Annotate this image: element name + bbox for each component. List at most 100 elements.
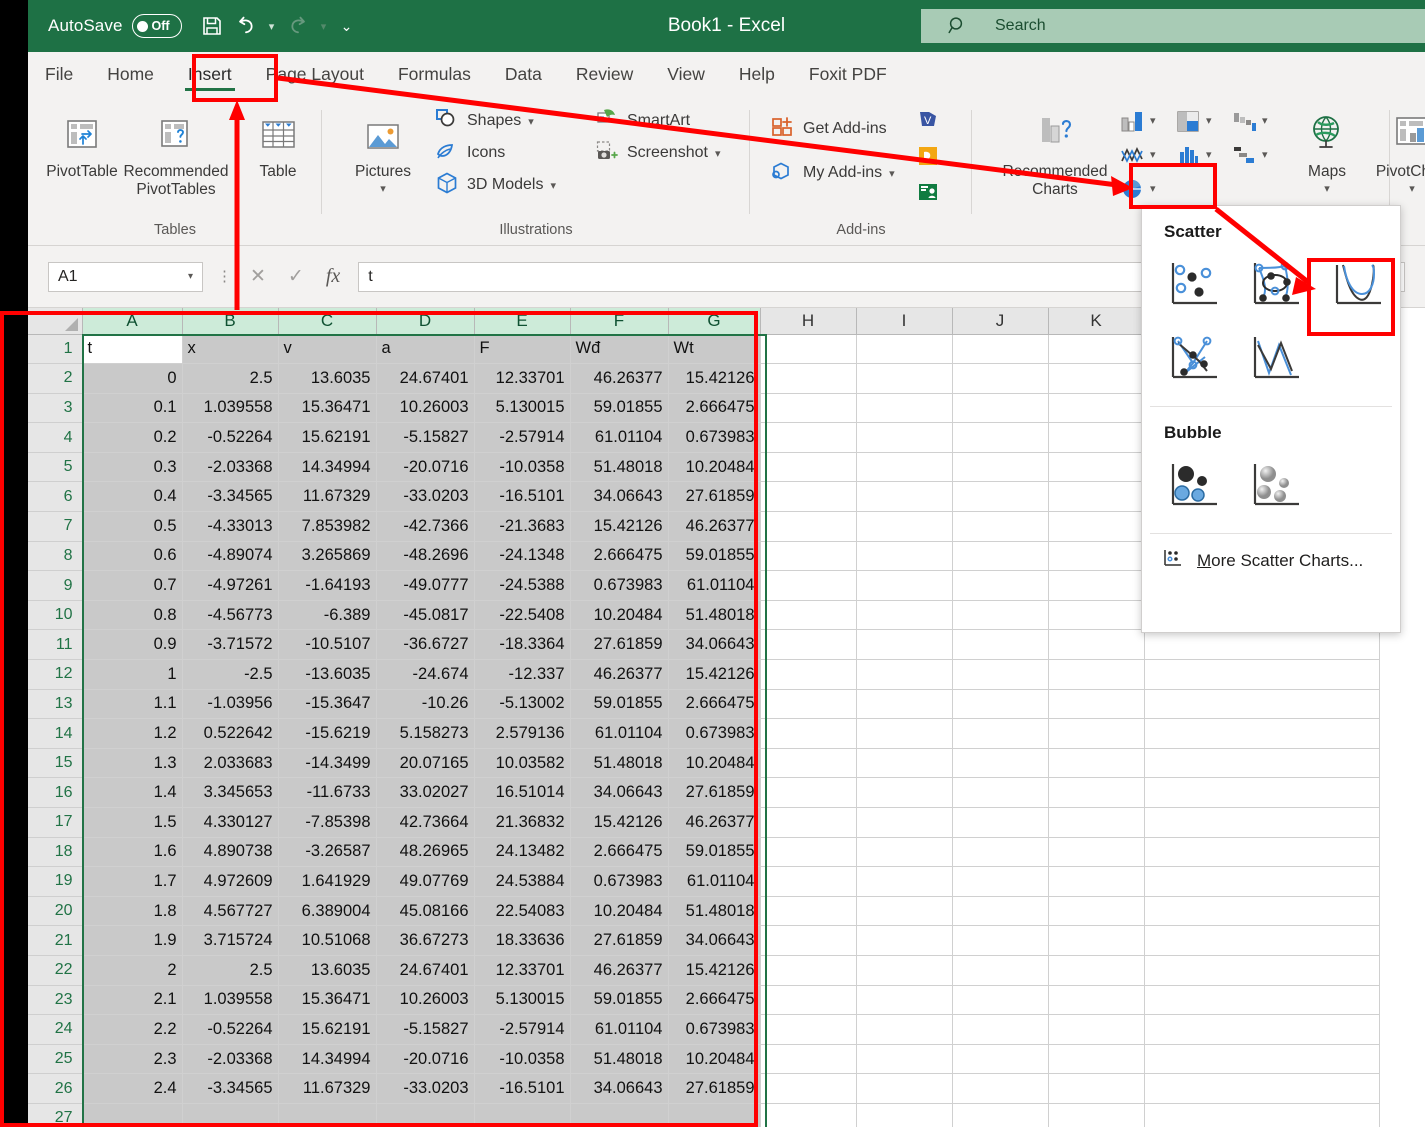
cell-H14[interactable] [760, 718, 857, 749]
cell-G4[interactable]: 0.673983 [668, 422, 761, 453]
cell-G17[interactable]: 46.26377 [668, 807, 761, 838]
screenshot-button[interactable]: Screenshot ▾ [594, 138, 720, 168]
cell-F25[interactable]: 51.48018 [570, 1044, 669, 1075]
cell-J2[interactable] [952, 363, 1049, 394]
cell-D9[interactable]: -49.0777 [376, 570, 475, 601]
cell-K12[interactable] [1048, 659, 1145, 690]
cell-C13[interactable]: -15.3647 [278, 689, 377, 720]
undo-icon[interactable] [230, 9, 262, 43]
cell-K5[interactable] [1048, 452, 1145, 483]
cell-D20[interactable]: 45.08166 [376, 896, 475, 927]
cell-K1[interactable] [1048, 334, 1145, 365]
statistic-chart-icon[interactable] [1172, 140, 1206, 170]
cell-F22[interactable]: 46.26377 [570, 955, 669, 986]
cell-J7[interactable] [952, 511, 1049, 542]
cell-empty[interactable] [1144, 985, 1380, 1016]
cell-B19[interactable]: 4.972609 [182, 866, 279, 897]
maps-button[interactable]: Maps ▾ [1292, 104, 1362, 195]
cell-C16[interactable]: -11.6733 [278, 777, 377, 808]
cell-C27[interactable] [278, 1103, 377, 1127]
cell-F12[interactable]: 46.26377 [570, 659, 669, 690]
line-chart-icon[interactable] [1116, 140, 1150, 170]
cell-F7[interactable]: 15.42126 [570, 511, 669, 542]
cell-C23[interactable]: 15.36471 [278, 985, 377, 1016]
cell-E19[interactable]: 24.53884 [474, 866, 571, 897]
cell-J25[interactable] [952, 1044, 1049, 1075]
cell-F8[interactable]: 2.666475 [570, 541, 669, 572]
cell-K25[interactable] [1048, 1044, 1145, 1075]
cell-B7[interactable]: -4.33013 [182, 511, 279, 542]
scatter-smooth-lines-icon[interactable] [1324, 254, 1392, 316]
cell-K20[interactable] [1048, 896, 1145, 927]
cell-H13[interactable] [760, 689, 857, 720]
cell-G3[interactable]: 2.666475 [668, 393, 761, 424]
column-header-D[interactable]: D [376, 308, 475, 335]
cell-G1[interactable]: Wt [668, 334, 761, 365]
cell-I5[interactable] [856, 452, 953, 483]
cell-K21[interactable] [1048, 925, 1145, 956]
cell-C1[interactable]: v [278, 334, 377, 365]
cell-F26[interactable]: 34.06643 [570, 1073, 669, 1104]
cell-K3[interactable] [1048, 393, 1145, 424]
cell-A7[interactable]: 0.5 [82, 511, 183, 542]
cell-I16[interactable] [856, 777, 953, 808]
cell-E7[interactable]: -21.3683 [474, 511, 571, 542]
cell-H3[interactable] [760, 393, 857, 424]
cell-A5[interactable]: 0.3 [82, 452, 183, 483]
cell-J15[interactable] [952, 748, 1049, 779]
row-header-26[interactable]: 26 [28, 1073, 83, 1104]
cell-empty[interactable] [1144, 1103, 1380, 1127]
cell-B21[interactable]: 3.715724 [182, 925, 279, 956]
cell-E10[interactable]: -22.5408 [474, 600, 571, 631]
pivottable-button[interactable]: PivotTable [34, 104, 130, 181]
cell-E17[interactable]: 21.36832 [474, 807, 571, 838]
line-chart-dropdown-icon[interactable]: ▾ [1150, 148, 1156, 161]
cell-G2[interactable]: 15.42126 [668, 363, 761, 394]
cell-I22[interactable] [856, 955, 953, 986]
name-box[interactable]: A1 ▾ [48, 261, 203, 292]
cell-J16[interactable] [952, 777, 1049, 808]
cell-G14[interactable]: 0.673983 [668, 718, 761, 749]
cell-I15[interactable] [856, 748, 953, 779]
cell-H2[interactable] [760, 363, 857, 394]
cell-B3[interactable]: 1.039558 [182, 393, 279, 424]
cell-C20[interactable]: 6.389004 [278, 896, 377, 927]
row-header-20[interactable]: 20 [28, 896, 83, 927]
search-input[interactable]: Search [921, 9, 1425, 43]
cell-K22[interactable] [1048, 955, 1145, 986]
cell-B13[interactable]: -1.03956 [182, 689, 279, 720]
tab-insert[interactable]: Insert [171, 52, 249, 96]
cell-D26[interactable]: -33.0203 [376, 1073, 475, 1104]
cell-E2[interactable]: 12.33701 [474, 363, 571, 394]
cell-B24[interactable]: -0.52264 [182, 1014, 279, 1045]
cell-D6[interactable]: -33.0203 [376, 481, 475, 513]
cell-H24[interactable] [760, 1014, 857, 1045]
autosave-toggle[interactable]: Off [131, 14, 182, 38]
cell-B15[interactable]: 2.033683 [182, 748, 279, 779]
cell-A8[interactable]: 0.6 [82, 541, 183, 572]
cell-B26[interactable]: -3.34565 [182, 1073, 279, 1104]
cell-empty[interactable] [1144, 1073, 1380, 1104]
cell-F20[interactable]: 10.20484 [570, 896, 669, 927]
cell-K15[interactable] [1048, 748, 1145, 779]
cell-G18[interactable]: 59.01855 [668, 837, 761, 868]
cell-G11[interactable]: 34.06643 [668, 629, 761, 661]
row-header-19[interactable]: 19 [28, 866, 83, 897]
cell-I3[interactable] [856, 393, 953, 424]
cell-A25[interactable]: 2.3 [82, 1044, 183, 1075]
hierarchy-chart-icon[interactable] [1172, 106, 1206, 136]
cell-J14[interactable] [952, 718, 1049, 749]
cell-A13[interactable]: 1.1 [82, 689, 183, 720]
waterfall-chart-icon[interactable] [1228, 106, 1262, 136]
cell-G25[interactable]: 10.20484 [668, 1044, 761, 1075]
cell-I8[interactable] [856, 541, 953, 572]
cell-H22[interactable] [760, 955, 857, 986]
recommended-pivottables-button[interactable]: Recommended PivotTables [120, 104, 232, 200]
cell-E26[interactable]: -16.5101 [474, 1073, 571, 1104]
cell-K26[interactable] [1048, 1073, 1145, 1104]
column-header-B[interactable]: B [182, 308, 279, 335]
cell-H4[interactable] [760, 422, 857, 453]
cell-B11[interactable]: -3.71572 [182, 629, 279, 661]
cell-C19[interactable]: 1.641929 [278, 866, 377, 897]
cell-empty[interactable] [1144, 777, 1380, 808]
